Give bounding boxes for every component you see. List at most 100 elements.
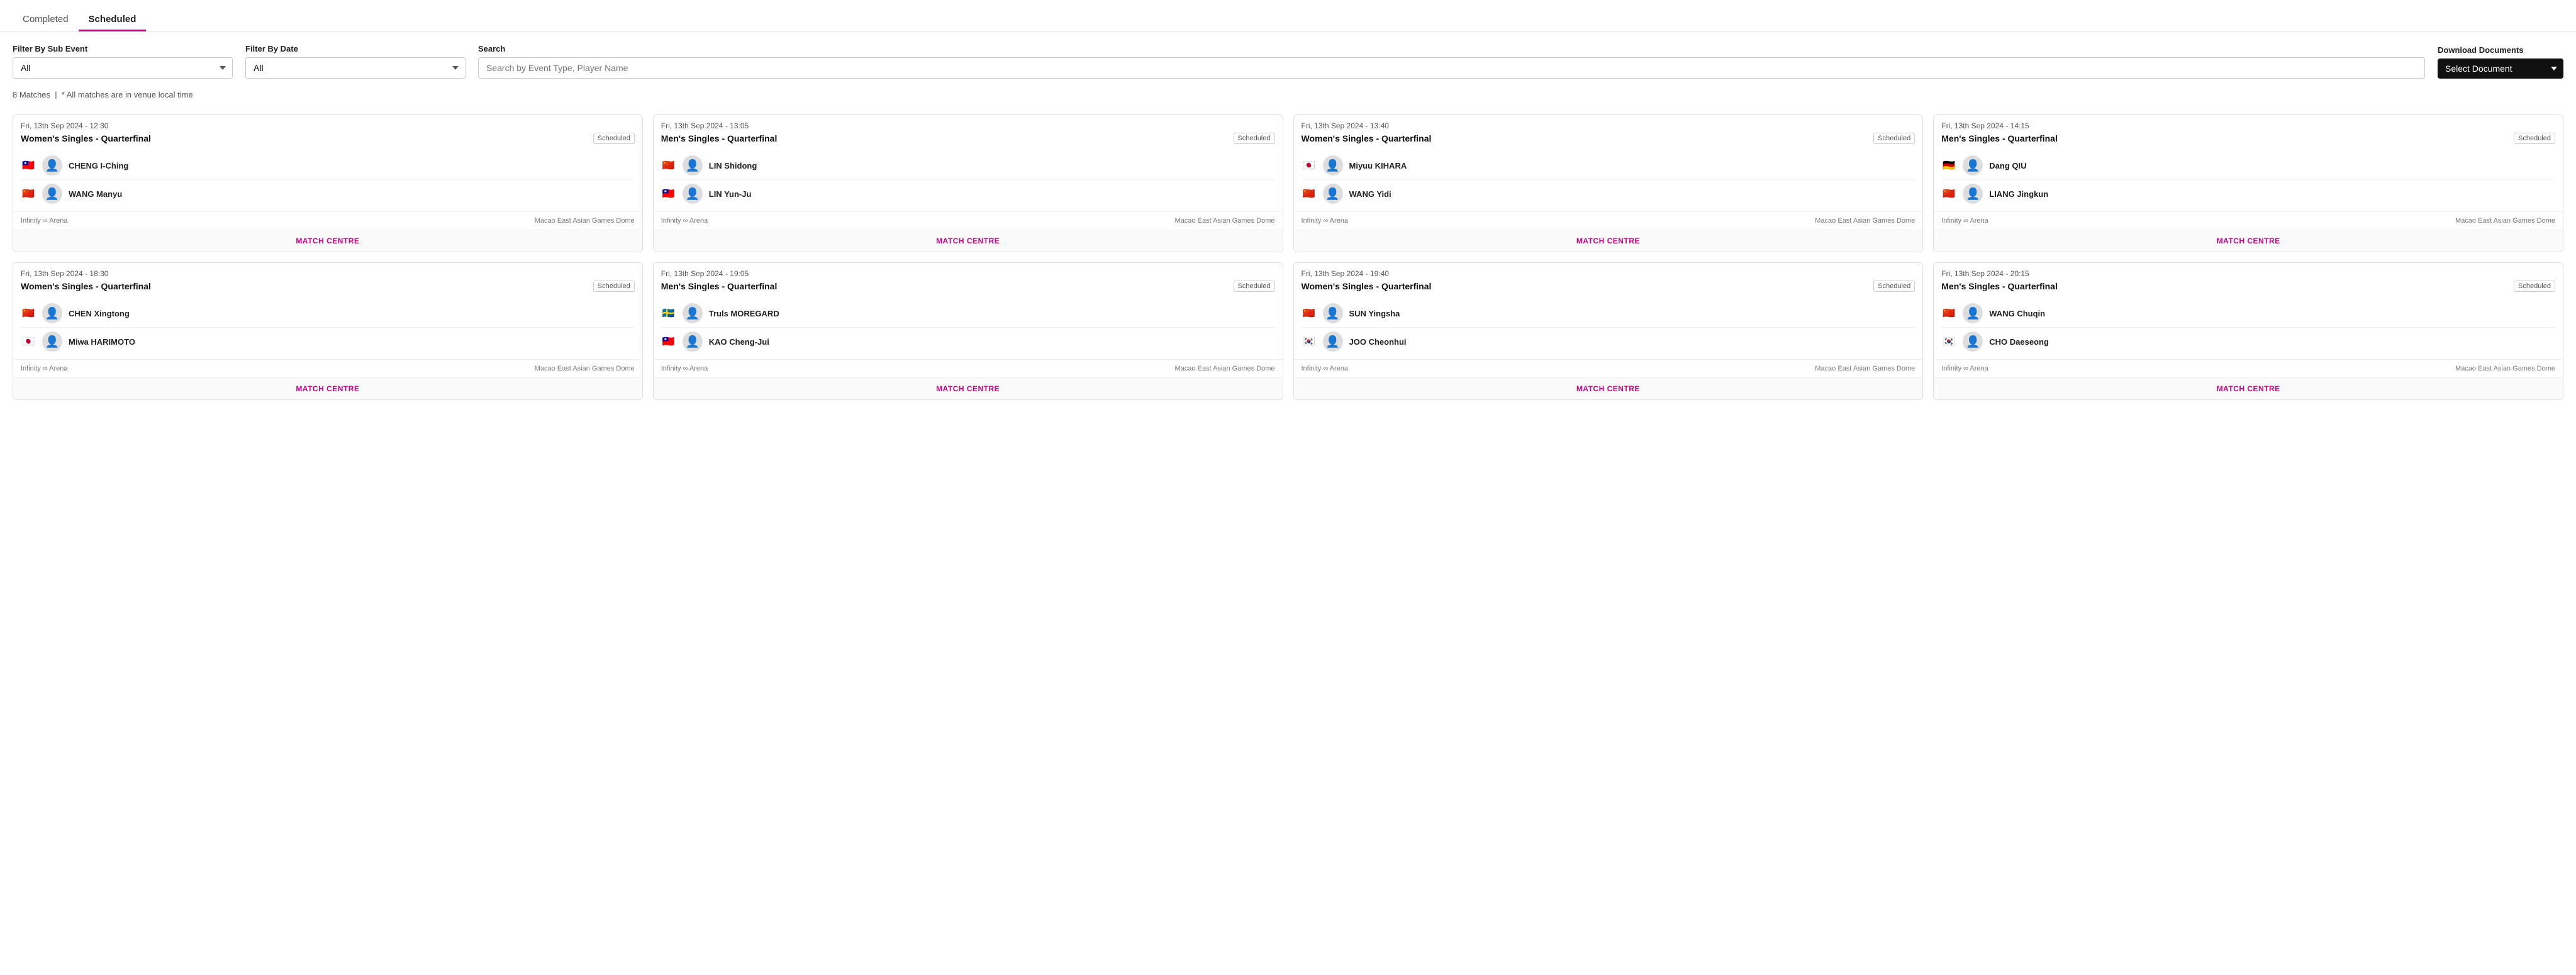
match-venue: Infinity ∞ Arena Macao East Asian Games … — [13, 211, 642, 230]
match-header: Fri, 13th Sep 2024 - 19:05 Men's Singles… — [654, 263, 1283, 296]
match-title: Men's Singles - Quarterfinal — [1941, 133, 2058, 143]
match-status: Scheduled — [1873, 133, 1915, 144]
player-avatar: 👤 — [683, 184, 703, 204]
match-venue: Infinity ∞ Arena Macao East Asian Games … — [1934, 211, 2563, 230]
match-status: Scheduled — [1234, 281, 1275, 292]
match-centre-button[interactable]: MATCH CENTRE — [296, 235, 359, 247]
match-title-row: Men's Singles - Quarterfinal Scheduled — [1941, 133, 2555, 144]
player-row: 🇨🇳 👤 WANG Chuqin — [1941, 299, 2555, 328]
player-name: CHENG I-Ching — [69, 161, 128, 170]
download-label: Download Documents — [2438, 45, 2563, 55]
match-card: Fri, 13th Sep 2024 - 20:15 Men's Singles… — [1933, 262, 2563, 400]
date-select[interactable]: All — [245, 57, 466, 79]
search-input[interactable] — [478, 57, 2425, 79]
match-title-row: Women's Singles - Quarterfinal Scheduled — [1302, 133, 1915, 144]
player-row: 🇩🇪 👤 Dang QIU — [1941, 152, 2555, 180]
player-name: Miwa HARIMOTO — [69, 337, 135, 347]
match-card: Fri, 13th Sep 2024 - 12:30 Women's Singl… — [13, 114, 643, 252]
match-status: Scheduled — [2514, 133, 2555, 144]
match-centre-button[interactable]: MATCH CENTRE — [936, 383, 1000, 394]
match-status: Scheduled — [593, 133, 635, 144]
player-name: LIN Yun-Ju — [709, 189, 752, 199]
match-header: Fri, 13th Sep 2024 - 18:30 Women's Singl… — [13, 263, 642, 296]
match-footer: MATCH CENTRE — [1294, 230, 1923, 252]
venue-right: Macao East Asian Games Dome — [2455, 365, 2555, 372]
match-header: Fri, 13th Sep 2024 - 13:40 Women's Singl… — [1294, 115, 1923, 148]
player-flag: 🇨🇳 — [1302, 308, 1317, 318]
match-centre-button[interactable]: MATCH CENTRE — [936, 235, 1000, 247]
venue-left: Infinity ∞ Arena — [661, 365, 708, 372]
player-name: LIN Shidong — [709, 161, 757, 170]
player-row: 🇹🇼 👤 KAO Cheng-Jui — [661, 328, 1275, 355]
player-row: 🇨🇳 👤 WANG Yidi — [1302, 180, 1915, 208]
match-centre-button[interactable]: MATCH CENTRE — [296, 383, 359, 394]
player-flag: 🇰🇷 — [1302, 337, 1317, 347]
sub-event-select[interactable]: All — [13, 57, 233, 79]
match-venue: Infinity ∞ Arena Macao East Asian Games … — [654, 359, 1283, 377]
match-footer: MATCH CENTRE — [654, 230, 1283, 252]
match-centre-button[interactable]: MATCH CENTRE — [2217, 235, 2280, 247]
player-row: 🇨🇳 👤 CHEN Xingtong — [21, 299, 635, 328]
player-avatar: 👤 — [1323, 332, 1343, 352]
player-name: WANG Chuqin — [1989, 309, 2045, 318]
download-group: Download Documents Select Document — [2438, 45, 2563, 79]
player-flag: 🇹🇼 — [21, 160, 36, 170]
match-players: 🇨🇳 👤 LIN Shidong 🇹🇼 👤 LIN Yun-Ju — [654, 148, 1283, 211]
match-status: Scheduled — [2514, 281, 2555, 292]
player-flag: 🇹🇼 — [661, 337, 676, 347]
player-avatar: 👤 — [42, 184, 62, 204]
sub-event-label: Filter By Sub Event — [13, 44, 233, 53]
tab-completed[interactable]: Completed — [13, 8, 79, 31]
player-flag: 🇨🇳 — [661, 160, 676, 170]
match-datetime: Fri, 13th Sep 2024 - 12:30 — [21, 121, 635, 130]
player-name: KAO Cheng-Jui — [709, 337, 769, 347]
match-centre-button[interactable]: MATCH CENTRE — [2217, 383, 2280, 394]
match-card: Fri, 13th Sep 2024 - 14:15 Men's Singles… — [1933, 114, 2563, 252]
player-row: 🇹🇼 👤 LIN Yun-Ju — [661, 180, 1275, 208]
match-title: Men's Singles - Quarterfinal — [661, 133, 778, 143]
player-avatar: 👤 — [42, 155, 62, 176]
player-flag: 🇨🇳 — [1941, 189, 1956, 199]
venue-left: Infinity ∞ Arena — [21, 365, 68, 372]
match-venue: Infinity ∞ Arena Macao East Asian Games … — [1934, 359, 2563, 377]
match-title: Women's Singles - Quarterfinal — [21, 281, 151, 291]
player-name: SUN Yingsha — [1349, 309, 1400, 318]
player-row: 🇰🇷 👤 JOO Cheonhui — [1302, 328, 1915, 355]
match-status: Scheduled — [1234, 133, 1275, 144]
player-name: JOO Cheonhui — [1349, 337, 1407, 347]
player-avatar: 👤 — [683, 155, 703, 176]
match-status: Scheduled — [593, 281, 635, 292]
match-venue: Infinity ∞ Arena Macao East Asian Games … — [1294, 211, 1923, 230]
match-title-row: Men's Singles - Quarterfinal Scheduled — [661, 281, 1275, 292]
player-avatar: 👤 — [1963, 303, 1983, 323]
player-flag: 🇯🇵 — [21, 337, 36, 347]
tab-scheduled[interactable]: Scheduled — [79, 8, 147, 31]
match-datetime: Fri, 13th Sep 2024 - 19:40 — [1302, 269, 1915, 278]
match-header: Fri, 13th Sep 2024 - 19:40 Women's Singl… — [1294, 263, 1923, 296]
match-venue: Infinity ∞ Arena Macao East Asian Games … — [654, 211, 1283, 230]
player-avatar: 👤 — [1963, 184, 1983, 204]
player-avatar: 👤 — [1323, 303, 1343, 323]
venue-right: Macao East Asian Games Dome — [1175, 365, 1275, 372]
venue-right: Macao East Asian Games Dome — [535, 365, 635, 372]
download-select[interactable]: Select Document — [2438, 58, 2563, 79]
player-avatar: 👤 — [1323, 155, 1343, 176]
venue-note: * All matches are in venue local time — [62, 90, 193, 99]
match-title: Women's Singles - Quarterfinal — [21, 133, 151, 143]
filters-bar: Filter By Sub Event All Filter By Date A… — [0, 31, 2576, 85]
player-flag: 🇨🇳 — [1941, 308, 1956, 318]
player-avatar: 👤 — [683, 303, 703, 323]
match-status: Scheduled — [1873, 281, 1915, 292]
match-datetime: Fri, 13th Sep 2024 - 13:05 — [661, 121, 1275, 130]
venue-left: Infinity ∞ Arena — [661, 217, 708, 225]
match-players: 🇯🇵 👤 Miyuu KIHARA 🇨🇳 👤 WANG Yidi — [1294, 148, 1923, 211]
match-footer: MATCH CENTRE — [1294, 377, 1923, 399]
match-footer: MATCH CENTRE — [1934, 230, 2563, 252]
match-centre-button[interactable]: MATCH CENTRE — [1576, 235, 1640, 247]
player-flag: 🇨🇳 — [21, 308, 36, 318]
venue-left: Infinity ∞ Arena — [21, 217, 68, 225]
player-avatar: 👤 — [42, 303, 62, 323]
match-centre-button[interactable]: MATCH CENTRE — [1576, 383, 1640, 394]
match-title-row: Women's Singles - Quarterfinal Scheduled — [1302, 281, 1915, 292]
match-title-row: Men's Singles - Quarterfinal Scheduled — [661, 133, 1275, 144]
